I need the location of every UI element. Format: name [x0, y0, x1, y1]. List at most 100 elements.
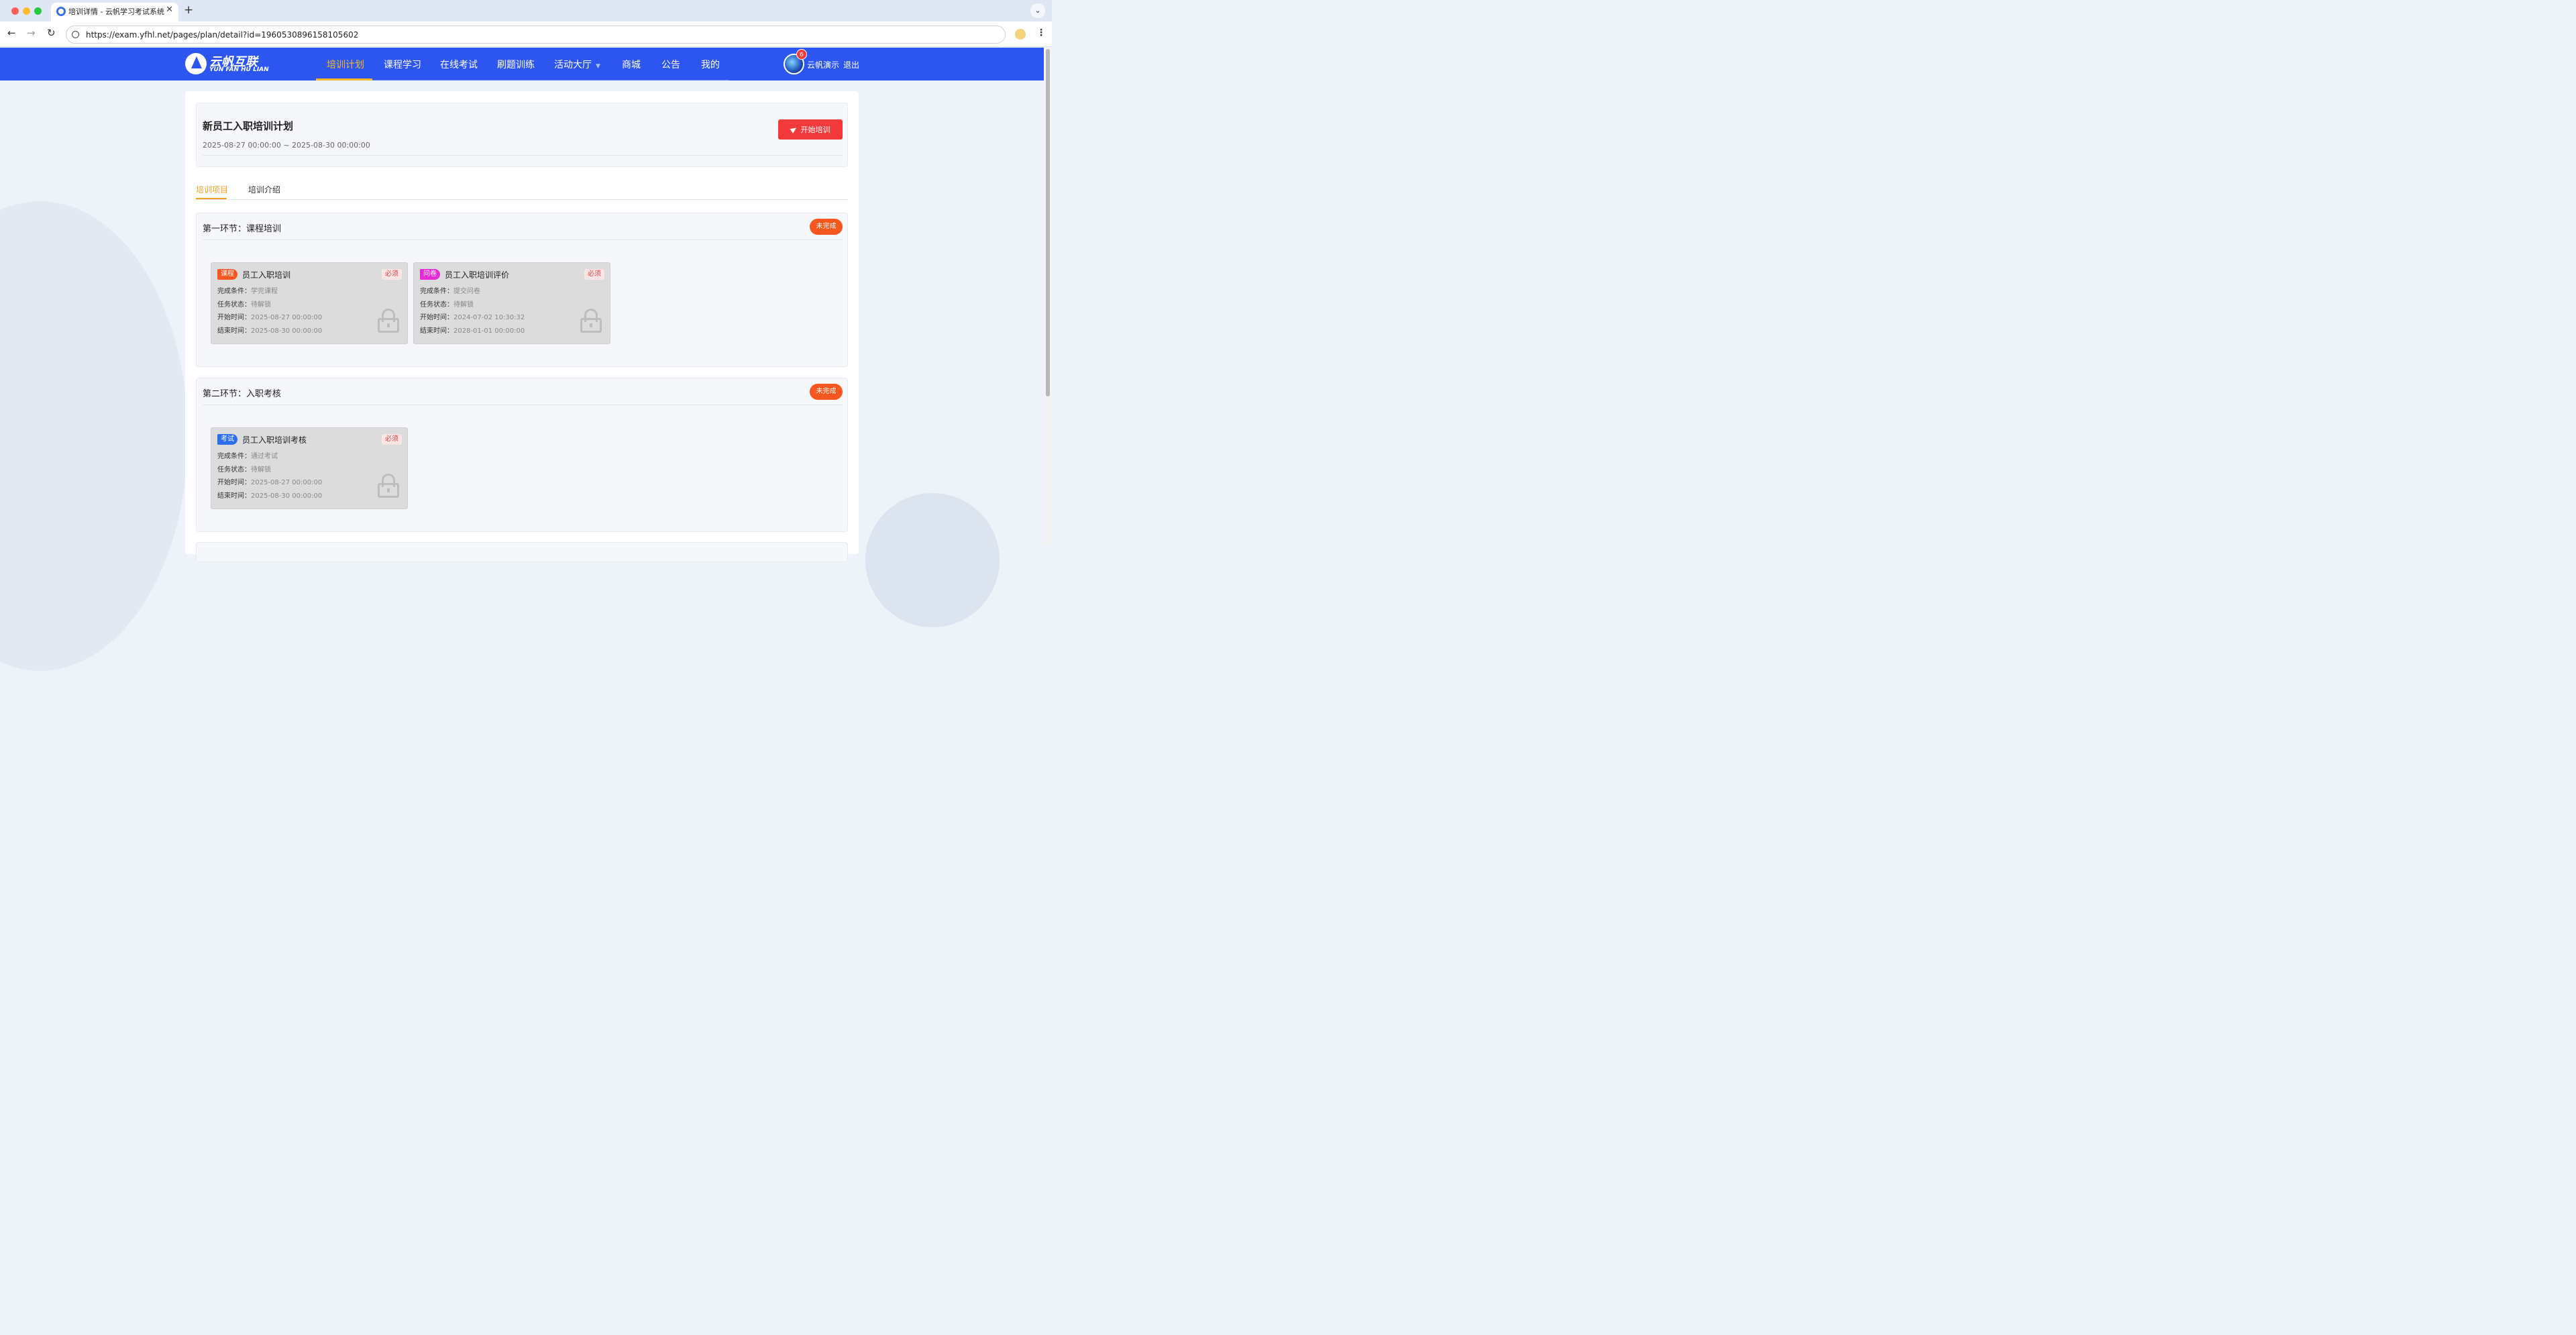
scrollbar-thumb[interactable] [1046, 49, 1050, 396]
minimize-window-button[interactable] [23, 7, 30, 15]
field-value: 通过考试 [251, 453, 278, 460]
field-value: 待解锁 [453, 301, 474, 309]
field-label: 开始时间： [420, 314, 453, 321]
field-value: 学完课程 [251, 288, 278, 295]
tab-training-intro[interactable]: 培训介绍 [248, 184, 280, 195]
task-name: 员工入职培训 [242, 270, 291, 280]
maximize-window-button[interactable] [34, 7, 42, 15]
field-label: 结束时间： [420, 327, 453, 335]
site-info-icon[interactable] [72, 31, 79, 38]
stage-section [196, 542, 848, 562]
background-hill [0, 201, 188, 671]
stage-status-badge: 未完成 [810, 219, 843, 235]
background-hill [865, 493, 1000, 627]
tab-search-chevron-icon[interactable]: ⌄ [1030, 3, 1045, 18]
task-card[interactable]: 考试 员工入职培训考核 必须 完成条件：通过考试 任务状态：待解锁 开始时间：2… [211, 427, 408, 509]
task-condition: 完成条件：通过考试 [217, 450, 278, 460]
nav-item-activity-hall[interactable]: 活动大厅 ▼ [554, 58, 600, 71]
browser-toolbar: ← → ↻ https://exam.yfhl.net/pages/plan/d… [0, 21, 1052, 47]
task-start-time: 开始时间：2025-08-27 00:00:00 [217, 476, 322, 486]
plan-title: 新员工入职培训计划 [203, 120, 294, 132]
new-tab-icon[interactable]: + [184, 3, 193, 17]
send-icon [790, 125, 798, 134]
task-type-tag: 问卷 [420, 269, 440, 280]
lock-icon [580, 309, 602, 333]
task-status: 任务状态：待解锁 [217, 464, 271, 474]
browser-tab-bar: 培训详情 - 云帆学习考试系统 ✕ + ⌄ [0, 0, 1052, 21]
task-condition: 完成条件：提交问卷 [420, 285, 480, 295]
nav-divider [372, 80, 729, 81]
lock-icon [378, 474, 399, 498]
field-value: 2025-08-27 00:00:00 [251, 479, 323, 486]
required-badge: 必须 [382, 269, 402, 280]
nav-item-practice[interactable]: 刷题训练 [497, 58, 535, 71]
field-value: 2028-01-01 00:00:00 [453, 327, 525, 335]
nav-active-indicator [316, 78, 372, 81]
back-arrow-icon[interactable]: ← [7, 27, 16, 39]
nav-item-online-exam[interactable]: 在线考试 [440, 58, 478, 71]
nav-item-notice[interactable]: 公告 [661, 58, 680, 71]
main-card: 新员工入职培训计划 2025-08-27 00:00:00 ~ 2025-08-… [185, 91, 859, 562]
field-value: 2025-08-30 00:00:00 [251, 492, 323, 500]
stage-title: 第二环节：入职考核 [203, 389, 282, 399]
task-card[interactable]: 问卷 员工入职培训评价 必须 完成条件：提交问卷 任务状态：待解锁 开始时间：2… [413, 262, 610, 344]
divider [203, 155, 843, 156]
page-scrollbar[interactable] [1044, 48, 1052, 545]
task-end-time: 结束时间：2025-08-30 00:00:00 [217, 490, 322, 500]
task-card[interactable]: 课程 员工入职培训 必须 完成条件：学完课程 任务状态：待解锁 开始时间：202… [211, 262, 408, 344]
field-value: 2024-07-02 10:30:32 [453, 314, 525, 321]
plan-header: 新员工入职培训计划 2025-08-27 00:00:00 ~ 2025-08-… [196, 103, 848, 167]
task-name: 员工入职培训评价 [445, 270, 510, 280]
nav-item-mine[interactable]: 我的 [701, 58, 720, 71]
task-condition: 完成条件：学完课程 [217, 285, 278, 295]
tab-close-icon[interactable]: ✕ [166, 5, 173, 15]
start-training-button[interactable]: 开始培训 [778, 119, 843, 140]
stage-section: 第二环节：入职考核 未完成 考试 员工入职培训考核 必须 完成条件：通过考试 任… [196, 378, 848, 532]
nav-item-training-plan[interactable]: 培训计划 [327, 58, 364, 71]
field-value: 2025-08-30 00:00:00 [251, 327, 323, 335]
site-header: 云帆互联 YUN FAN HU LIAN 培训计划 课程学习 在线考试 刷题训练… [0, 48, 1052, 81]
tab-title: 培训详情 - 云帆学习考试系统 [68, 7, 164, 16]
nav-item-course-study[interactable]: 课程学习 [384, 58, 421, 71]
field-label: 开始时间： [217, 479, 251, 486]
nav-item-mall[interactable]: 商城 [622, 58, 641, 71]
field-value: 2025-08-27 00:00:00 [251, 314, 323, 321]
site-favicon-icon [56, 7, 66, 16]
field-label: 完成条件： [217, 288, 251, 295]
field-label: 结束时间： [217, 492, 251, 500]
tab-training-items[interactable]: 培训项目 [196, 184, 228, 195]
required-badge: 必须 [584, 269, 604, 280]
site-logo[interactable]: 云帆互联 YUN FAN HU LIAN [185, 52, 269, 76]
start-training-label: 开始培训 [800, 126, 830, 134]
forward-arrow-icon[interactable]: → [27, 27, 36, 39]
divider [203, 239, 843, 240]
task-type-tag: 考试 [217, 434, 237, 445]
notification-badge[interactable]: 6 [796, 49, 807, 60]
nav-item-label: 活动大厅 [554, 60, 592, 70]
user-name[interactable]: 云帆演示 [807, 59, 839, 70]
task-status: 任务状态：待解锁 [420, 299, 474, 309]
profile-avatar-icon[interactable] [1015, 29, 1026, 40]
address-bar[interactable]: https://exam.yfhl.net/pages/plan/detail?… [66, 25, 1006, 44]
reload-icon[interactable]: ↻ [47, 27, 56, 39]
task-type-tag: 课程 [217, 269, 237, 280]
close-window-button[interactable] [11, 7, 19, 15]
field-label: 完成条件： [420, 288, 453, 295]
field-label: 结束时间： [217, 327, 251, 335]
stage-status-badge: 未完成 [810, 384, 843, 400]
lock-icon [378, 309, 399, 333]
chevron-down-icon: ▼ [596, 63, 600, 70]
field-label: 完成条件： [217, 453, 251, 460]
field-label: 任务状态： [420, 301, 453, 309]
url-text[interactable]: https://exam.yfhl.net/pages/plan/detail?… [86, 30, 358, 40]
browser-menu-icon[interactable]: ⋮ [1036, 28, 1046, 38]
stage-section: 第一环节：课程培训 未完成 课程 员工入职培训 必须 完成条件：学完课程 任务状… [196, 213, 848, 367]
logout-link[interactable]: 退出 [843, 59, 859, 70]
field-value: 待解锁 [251, 466, 271, 474]
task-end-time: 结束时间：2028-01-01 00:00:00 [420, 325, 525, 335]
task-start-time: 开始时间：2024-07-02 10:30:32 [420, 311, 525, 321]
browser-tab[interactable]: 培训详情 - 云帆学习考试系统 ✕ [51, 3, 178, 21]
field-value: 待解锁 [251, 301, 271, 309]
task-status: 任务状态：待解锁 [217, 299, 271, 309]
task-start-time: 开始时间：2025-08-27 00:00:00 [217, 311, 322, 321]
